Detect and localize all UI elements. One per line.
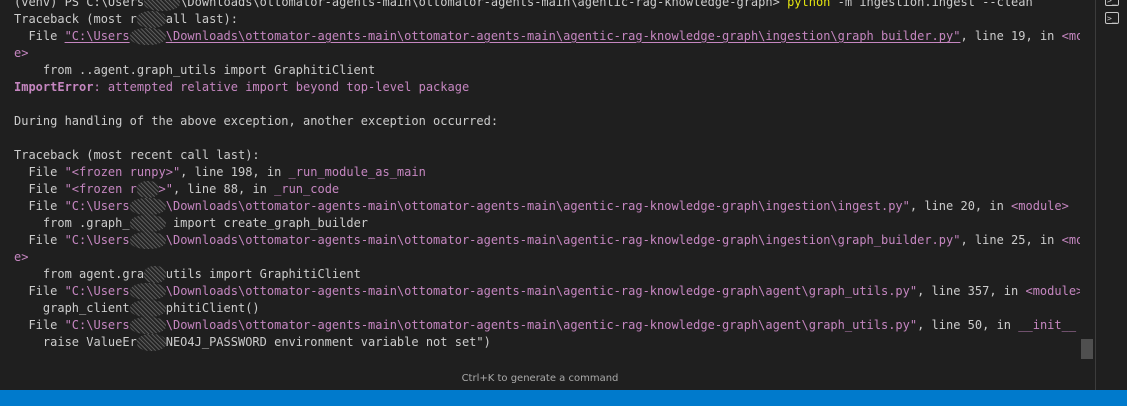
terminal-line: File "C:\Users \Downloads\ottomator-agent… bbox=[14, 232, 1080, 249]
terminal-text: File bbox=[14, 284, 65, 298]
terminal-text: python bbox=[787, 0, 831, 9]
terminal-text: File bbox=[14, 165, 65, 179]
terminal-line: Traceback (most recent call last): bbox=[14, 147, 1080, 164]
terminal-text: File bbox=[14, 29, 65, 43]
file-link[interactable]: "C:\Users bbox=[65, 29, 130, 43]
terminal-text: "<frozen runpy>" bbox=[64, 165, 181, 179]
redacted-text bbox=[136, 11, 166, 28]
redacted-text bbox=[144, 266, 166, 283]
terminal-text: "C:\Users bbox=[64, 233, 130, 247]
terminal-text: -m ingestion.ingest bbox=[830, 0, 983, 9]
redacted-text bbox=[136, 334, 166, 351]
terminal-line: from ..agent.graph_utils import Graphiti… bbox=[14, 62, 1080, 79]
redacted-text bbox=[129, 198, 166, 215]
terminal-text: >" bbox=[158, 182, 173, 196]
terminal-text: \Downloads\ottomator-agents-main\ottomat… bbox=[165, 233, 961, 247]
terminal-line: File "C:\Users \Downloads\ottomator-agent… bbox=[14, 317, 1080, 334]
terminal-text: "<frozen r bbox=[64, 182, 137, 196]
terminal-text: Traceback (most recent call last): bbox=[14, 148, 260, 162]
terminal-text: graph_client bbox=[14, 301, 130, 315]
terminal-text: e> bbox=[14, 250, 29, 264]
terminal-line: from agent.gra utils import GraphitiClien… bbox=[14, 266, 1080, 283]
generate-command-hint: Ctrl+K to generate a command bbox=[461, 373, 619, 384]
terminal-line: e> bbox=[14, 45, 1080, 62]
terminal-scrollbar[interactable] bbox=[1080, 0, 1095, 390]
terminal-text: from ..agent.graph_utils import Graphiti… bbox=[14, 63, 376, 77]
terminal-line: (venv) PS C:\Users \Downloads\ottomator-a… bbox=[14, 0, 1080, 11]
terminal-text: \Downloads\ottomator-agents-main\ottomat… bbox=[165, 199, 910, 213]
terminal-text: File bbox=[14, 182, 65, 196]
terminal-text: import create_graph_builder bbox=[165, 216, 369, 230]
terminal-line: from .graph_ import create_graph_builder bbox=[14, 215, 1080, 232]
terminal-text: , line 20, in bbox=[909, 199, 1012, 213]
terminal-text: --clean bbox=[982, 0, 1033, 9]
terminal-text: from agent.gra bbox=[14, 267, 145, 281]
terminal-text: NEO4J_PASSWORD environment variable not … bbox=[165, 335, 491, 349]
terminal-line: File "C:\Users \Downloads\ottomator-agent… bbox=[14, 283, 1080, 300]
terminal-text: utils import GraphitiClient bbox=[165, 267, 361, 281]
status-bar bbox=[0, 390, 1127, 406]
terminal-text: from .graph_ bbox=[14, 216, 130, 230]
terminal-line: File "<frozen r >", line 88, in _run_code bbox=[14, 181, 1080, 198]
file-link[interactable]: \Downloads\ottomator-agents-main\ottomat… bbox=[166, 29, 961, 43]
terminal-text: , line 88, in bbox=[172, 182, 275, 196]
terminal-panel[interactable]: (venv) PS C:\Users \Downloads\ottomator-a… bbox=[0, 0, 1080, 390]
terminal-text: "C:\Users bbox=[64, 318, 130, 332]
terminal-text: File bbox=[14, 233, 65, 247]
terminal-text: Traceback (most r bbox=[14, 12, 137, 26]
terminal-text: all last): bbox=[165, 12, 238, 26]
terminal-text: phitiClient() bbox=[165, 301, 260, 315]
terminal-text: During handling of the above exception, … bbox=[14, 114, 499, 128]
terminal-line: e> bbox=[14, 249, 1080, 266]
terminal-text: , line 19, in bbox=[960, 29, 1062, 43]
terminal-text: <modul bbox=[1061, 29, 1080, 43]
terminal-line: File "C:\Users \Downloads\ottomator-agent… bbox=[14, 198, 1080, 215]
terminal-line: File "<frozen runpy>", line 198, in _run… bbox=[14, 164, 1080, 181]
terminal-tabs-panel: >_ >_ bbox=[1095, 0, 1127, 390]
terminal-line: ImportError: attempted relative import b… bbox=[14, 79, 1080, 96]
redacted-text bbox=[129, 300, 166, 317]
terminal-text: \Downloads\ottomator-agents-main\ottomat… bbox=[180, 0, 788, 9]
scrollbar-thumb[interactable] bbox=[1081, 339, 1093, 359]
terminal-text: raise ValueEr bbox=[14, 335, 137, 349]
terminal-line: During handling of the above exception, … bbox=[14, 113, 1080, 130]
terminal-text: , line 198, in bbox=[180, 165, 289, 179]
terminal-text: \Downloads\ottomator-agents-main\ottomat… bbox=[165, 284, 918, 298]
terminal-text: <module> bbox=[1025, 284, 1080, 298]
terminal-text: "C:\Users bbox=[64, 199, 130, 213]
terminal-text: __init__ bbox=[1018, 318, 1077, 332]
redacted-text bbox=[129, 28, 166, 45]
terminal-text: , line 25, in bbox=[960, 233, 1062, 247]
terminal-text: File bbox=[14, 318, 65, 332]
terminal-text: e> bbox=[14, 46, 29, 60]
terminal-text: \Downloads\ottomator-agents-main\ottomat… bbox=[165, 318, 918, 332]
terminal-tab-icon[interactable]: >_ bbox=[1105, 12, 1119, 24]
redacted-text bbox=[129, 232, 166, 249]
terminal-text: <modul bbox=[1061, 233, 1080, 247]
terminal-line: File "C:\Users \Downloads\ottomator-agent… bbox=[14, 28, 1080, 45]
redacted-text bbox=[129, 215, 166, 232]
terminal-tab-icon[interactable]: >_ bbox=[1105, 0, 1119, 6]
redacted-text bbox=[129, 283, 166, 300]
terminal-text: , line 50, in bbox=[917, 318, 1019, 332]
redacted-text bbox=[144, 0, 181, 11]
redacted-text bbox=[136, 181, 159, 198]
terminal-text: <module> bbox=[1011, 199, 1069, 213]
terminal-text: ImportError bbox=[14, 80, 94, 94]
terminal-text: "C:\Users bbox=[64, 284, 130, 298]
terminal-text: File bbox=[14, 199, 65, 213]
terminal-line: Traceback (most r all last): bbox=[14, 11, 1080, 28]
terminal-text: _run_module_as_main bbox=[288, 165, 426, 179]
redacted-text bbox=[129, 317, 166, 334]
terminal-text: _run_code bbox=[274, 182, 340, 196]
terminal-text: (venv) PS C:\Users bbox=[14, 0, 145, 9]
terminal-text: : attempted relative import beyond top-l… bbox=[93, 80, 470, 94]
terminal-line: graph_client phitiClient() bbox=[14, 300, 1080, 317]
terminal-line: raise ValueEr NEO4J_PASSWORD environment … bbox=[14, 334, 1080, 351]
terminal-text: , line 357, in bbox=[917, 284, 1026, 298]
terminal-output[interactable]: (venv) PS C:\Users \Downloads\ottomator-a… bbox=[14, 0, 1080, 351]
